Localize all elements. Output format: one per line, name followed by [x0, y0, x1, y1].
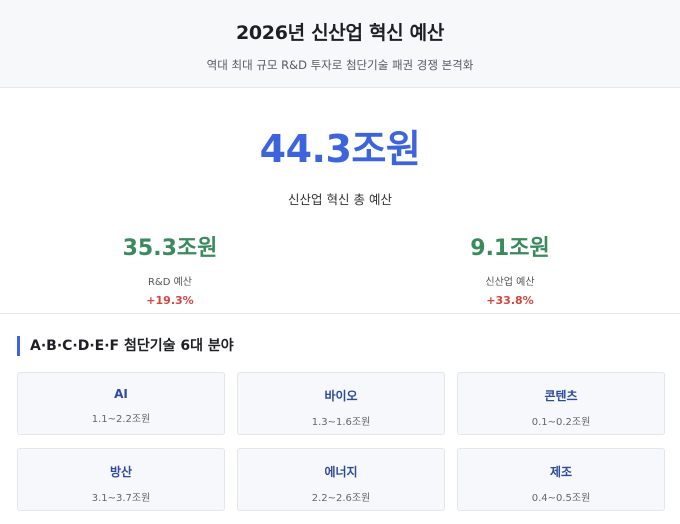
field-card-ai: AI 1.1~2.2조원: [17, 372, 225, 435]
page-title: 2026년 신산업 혁신 예산: [235, 22, 445, 44]
field-card-defense: 방산 3.1~3.7조원: [17, 448, 225, 511]
field-card-content: 콘텐츠 0.1~0.2조원: [457, 372, 665, 435]
budget-breakdown: 35.3조원 R&D 예산 +19.3% 9.1조원 신산업 예산 +33.8%: [0, 230, 680, 307]
total-budget: 44.3조원 신산업 혁신 총 예산: [0, 88, 680, 208]
field-card-name: 콘텐츠: [544, 389, 578, 403]
field-card-name: 에너지: [324, 465, 358, 479]
rnd-budget-change: +19.3%: [146, 294, 194, 307]
field-card-range: 0.1~0.2조원: [531, 417, 591, 428]
industry-budget-amount: 9.1조원: [470, 236, 550, 261]
field-card-manufacturing: 제조 0.4~0.5조원: [457, 448, 665, 511]
field-card-name: 방산: [109, 465, 133, 479]
industry-budget-label: 신산업 예산: [485, 277, 535, 288]
field-card-name: 제조: [549, 465, 573, 479]
total-budget-label: 신산업 혁신 총 예산: [288, 192, 392, 207]
field-card-name: AI: [114, 387, 128, 401]
field-card-range: 2.2~2.6조원: [311, 493, 371, 504]
field-card-energy: 에너지 2.2~2.6조원: [237, 448, 445, 511]
rnd-budget: 35.3조원 R&D 예산 +19.3%: [0, 230, 340, 307]
field-card-bio: 바이오 1.3~1.6조원: [237, 372, 445, 435]
rnd-budget-amount: 35.3조원: [122, 236, 218, 261]
field-card-range: 3.1~3.7조원: [91, 493, 151, 504]
budget-summary: 44.3조원 신산업 혁신 총 예산 35.3조원 R&D 예산 +19.3% …: [0, 88, 680, 314]
section-heading: A·B·C·D·E·F 첨단기술 6대 분야: [17, 336, 665, 356]
field-card-name: 바이오: [324, 389, 358, 403]
rnd-budget-label: R&D 예산: [147, 277, 193, 288]
tech-field-grid: AI 1.1~2.2조원 바이오 1.3~1.6조원 콘텐츠 0.1~0.2조원…: [17, 372, 665, 511]
total-budget-amount: 44.3조원: [259, 127, 421, 171]
industry-budget: 9.1조원 신산업 예산 +33.8%: [340, 230, 680, 307]
field-card-range: 1.1~2.2조원: [91, 414, 151, 425]
tech-fields-section: A·B·C·D·E·F 첨단기술 6대 분야 AI 1.1~2.2조원 바이오 …: [0, 314, 680, 511]
field-card-range: 0.4~0.5조원: [531, 493, 591, 504]
page-header: 2026년 신산업 혁신 예산 역대 최대 규모 R&D 투자로 첨단기술 패권…: [0, 0, 680, 88]
page-subtitle: 역대 최대 규모 R&D 투자로 첨단기술 패권 경쟁 본격화: [206, 58, 474, 72]
industry-budget-change: +33.8%: [486, 294, 534, 307]
field-card-range: 1.3~1.6조원: [311, 417, 371, 428]
